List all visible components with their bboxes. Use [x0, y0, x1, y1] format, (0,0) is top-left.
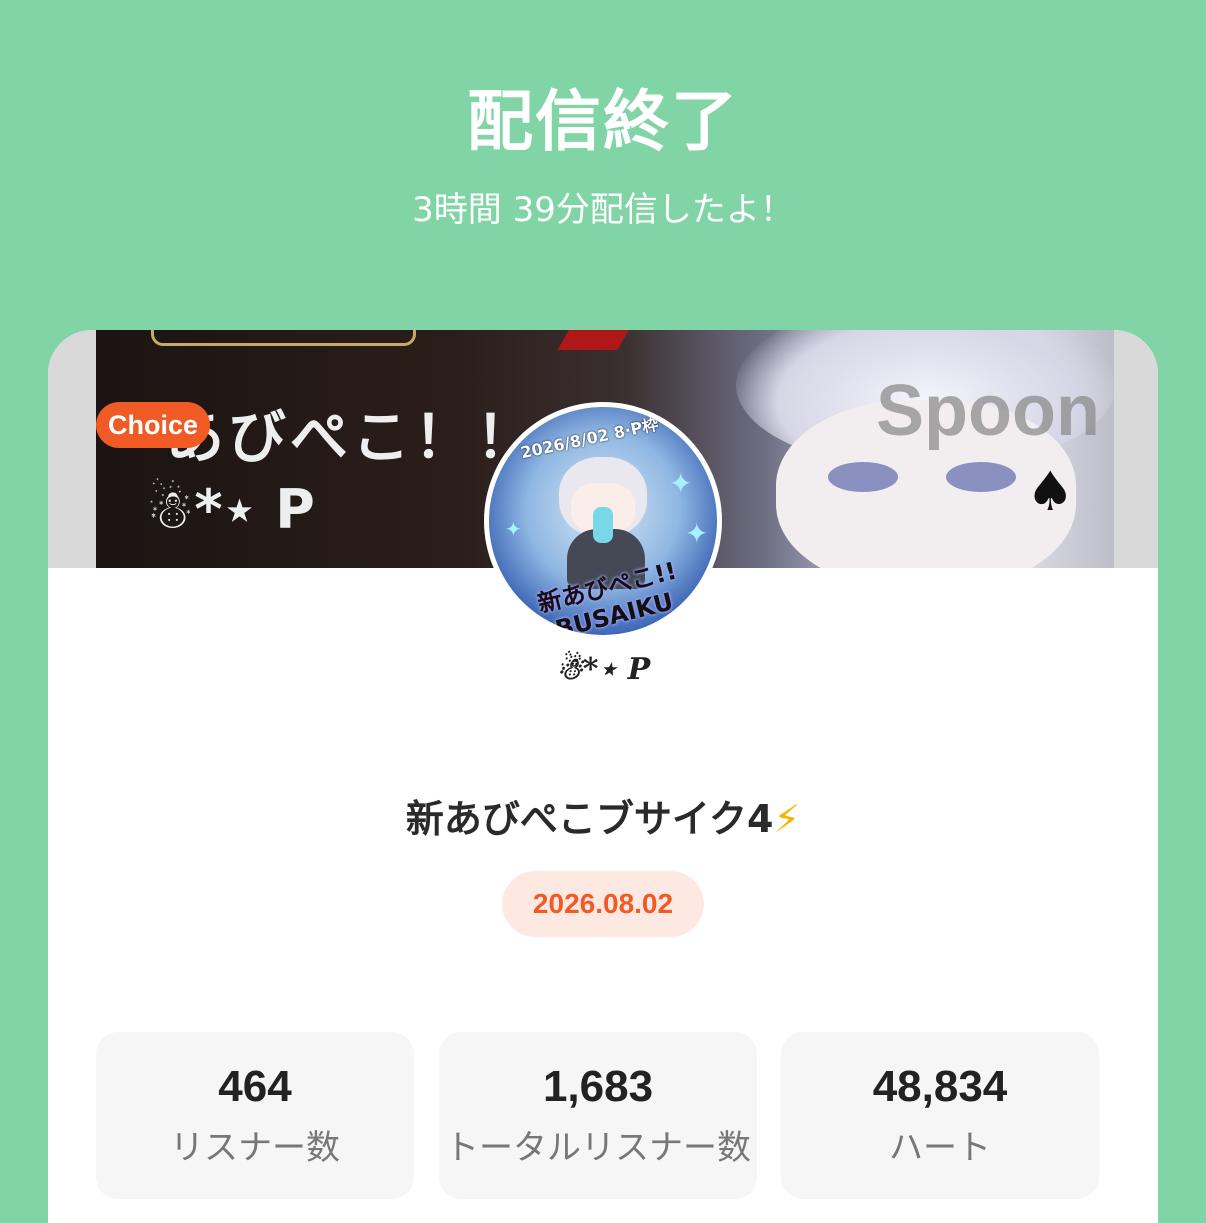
stat-card-total-listeners: 1,683 トータルリスナー数: [439, 1032, 757, 1199]
avatar-image: 2026/8/02 8·P枠 新あびぺこ!! BUSAIKU ✦ ✦ ✦: [489, 407, 717, 635]
stat-value: 1,683: [542, 1062, 654, 1111]
spoon-logo: Spoon: [876, 371, 1100, 451]
stream-summary-card: あびぺこ！！ ☃*⋆ P ♠ Spoon Choice 2026/8/02 8·…: [48, 330, 1158, 1223]
duration-text: 3時間 39分配信したよ！: [412, 190, 794, 230]
cover-text-line1: あびぺこ！！: [166, 403, 539, 471]
stat-label: トータルリスナー数: [445, 1128, 751, 1168]
stat-card-hearts: 48,834 ハート: [781, 1032, 1099, 1199]
page-title: 配信終了: [467, 83, 739, 160]
sparkle-icon: ✦: [685, 517, 709, 550]
sparkle-icon: ✦: [669, 467, 693, 500]
cover-banner-frame: [151, 330, 416, 346]
stat-value: 464: [218, 1062, 292, 1111]
broadcast-title-text: 新あびぺこブサイク4: [405, 797, 774, 841]
spade-icon: ♠: [1026, 460, 1075, 523]
lightning-bolt-icon: ⚡: [773, 797, 801, 841]
cover-text-line2: ☃*⋆ P: [146, 478, 315, 541]
avatar-popsicle: [593, 507, 613, 543]
sparkle-icon: ✦: [505, 517, 522, 541]
stat-label: ハート: [889, 1128, 991, 1168]
stat-value: 48,834: [872, 1062, 1008, 1111]
broadcast-title: 新あびぺこブサイク4⚡: [48, 788, 1158, 843]
stat-label: リスナー数: [170, 1128, 340, 1168]
choice-badge: Choice: [96, 402, 211, 448]
cover-red-accent: [557, 330, 635, 350]
stat-card-listeners: 464 リスナー数: [96, 1032, 414, 1199]
stream-ended-screen: 配信終了 3時間 39分配信したよ！ あびぺこ！！ ☃*⋆ P ♠ Spoon …: [0, 0, 1206, 1223]
cover-character-eye: [828, 462, 898, 492]
date-badge: 2026.08.02: [502, 871, 704, 937]
cover-character-eye: [946, 462, 1016, 492]
username: ☃*⋆ P: [555, 652, 651, 687]
avatar[interactable]: 2026/8/02 8·P枠 新あびぺこ!! BUSAIKU ✦ ✦ ✦: [484, 402, 722, 640]
